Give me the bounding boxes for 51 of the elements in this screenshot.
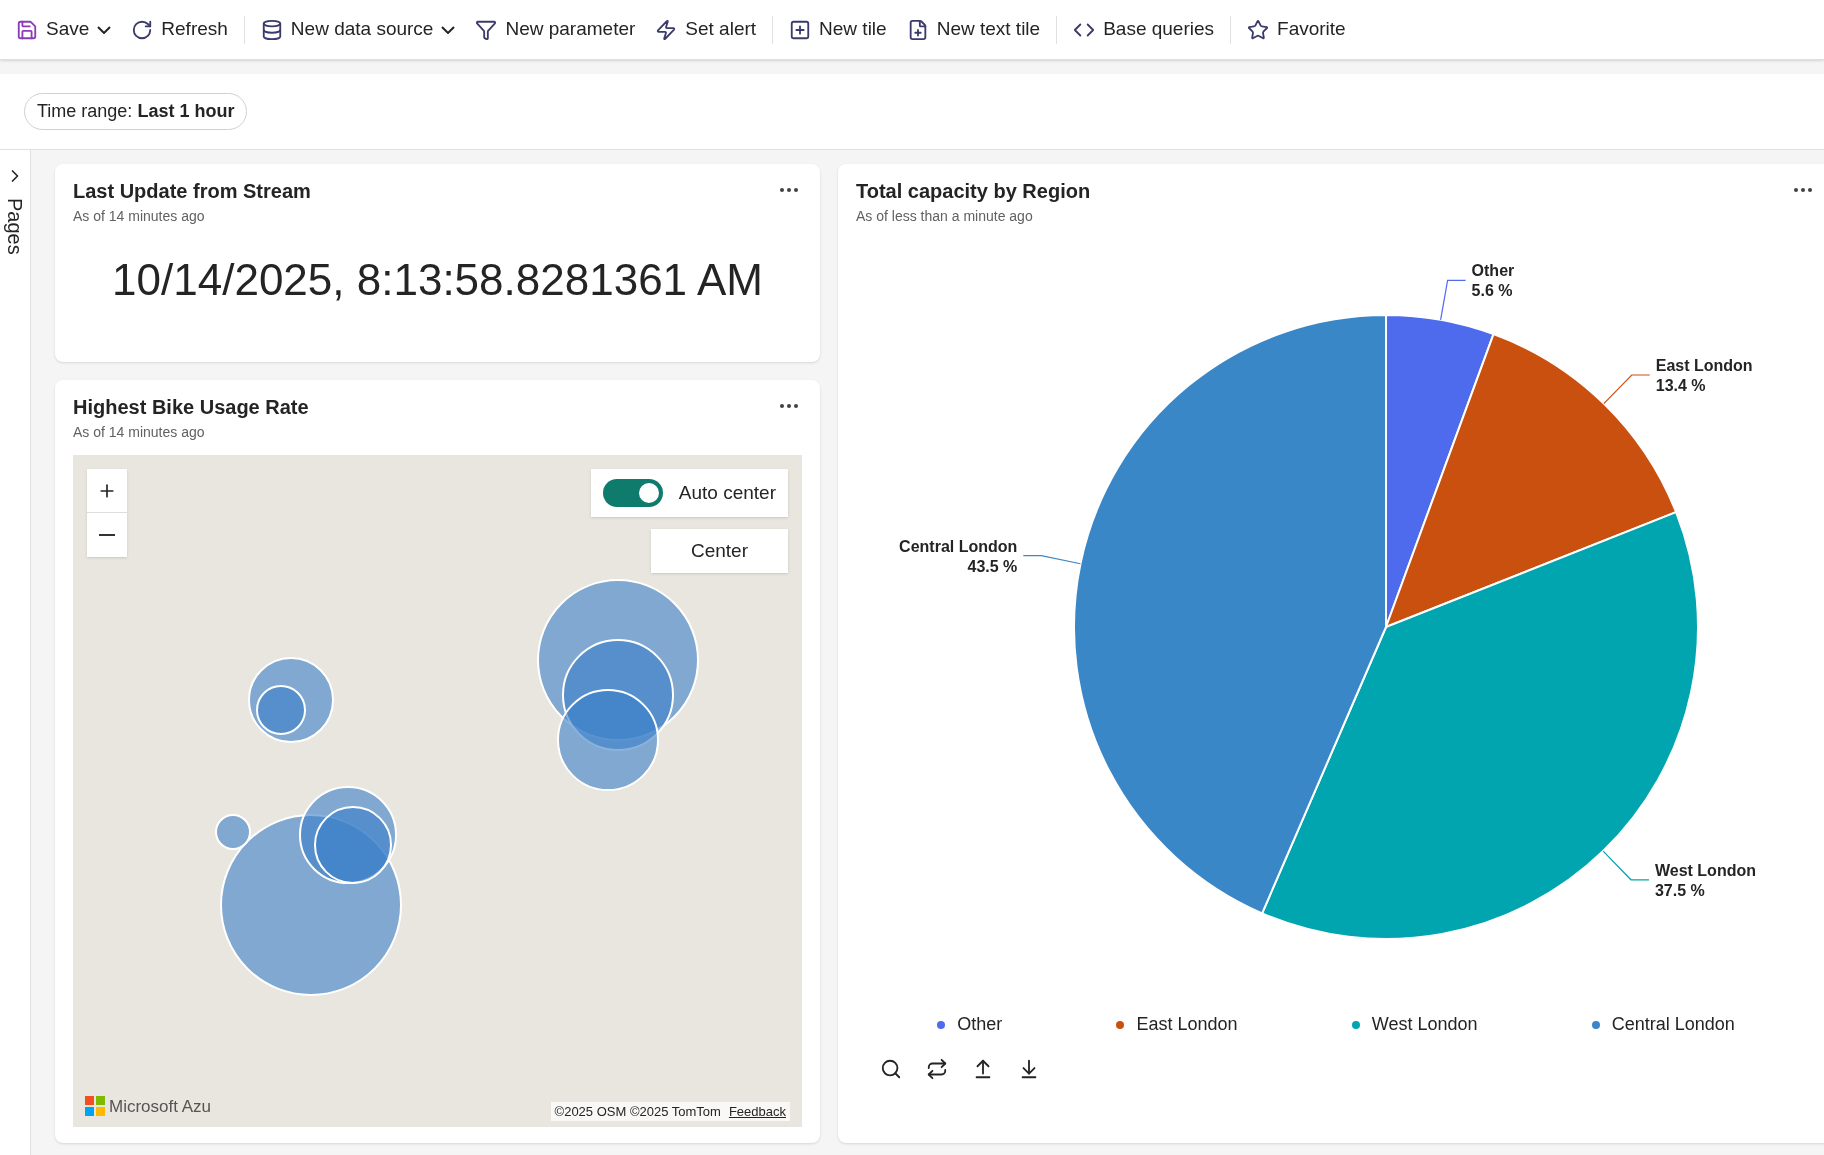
attribution-text: ©2025 OSM ©2025 TomTom (554, 1102, 721, 1121)
toolbar-button[interactable]: Base queries (1065, 11, 1223, 48)
microsoft-logo-icon (85, 1096, 105, 1117)
tile-title: Total capacity by Region (856, 179, 1091, 204)
toolbar-button[interactable]: Set alert (647, 11, 765, 48)
toolbar-button[interactable]: New tile (781, 11, 895, 48)
data-label: West London 37.5 % (1654, 861, 1756, 899)
leader-line (1602, 850, 1650, 881)
lightning-icon (655, 18, 678, 41)
legend-label[interactable]: Central London (1611, 1011, 1735, 1038)
minus-icon (99, 534, 115, 536)
logo-text: Microsoft Azu (109, 1095, 212, 1118)
legend-label[interactable]: Other (957, 1011, 1003, 1038)
tile-subtitle: As of 14 minutes ago (73, 423, 206, 442)
database-icon (260, 18, 283, 41)
leader-line (1022, 555, 1082, 565)
filter-icon (475, 18, 498, 41)
toolbar-button[interactable]: New parameter (467, 11, 644, 48)
toolbar-button[interactable]: New text tile (898, 11, 1049, 48)
refresh-icon (131, 18, 154, 41)
toolbar-button[interactable]: New data source (252, 11, 464, 48)
leader-line (1440, 279, 1467, 321)
auto-center-label: Auto center (678, 480, 776, 505)
tile-subtitle: As of 14 minutes ago (73, 207, 206, 226)
legend-label[interactable]: West London (1371, 1011, 1478, 1038)
toolbar-button[interactable]: Save (8, 11, 120, 48)
caret-icon (441, 25, 456, 34)
toolbar-button[interactable]: Favorite (1239, 11, 1354, 48)
tile-title: Highest Bike Usage Rate (73, 395, 309, 420)
legend-label[interactable]: East London (1136, 1011, 1238, 1038)
data-label: East London 13.4 % (1655, 357, 1753, 394)
auto-center-toggle[interactable] (602, 479, 663, 507)
timestamp-value: 10/14/2025, 8:13:58.8281361 AM (111, 254, 764, 306)
search-icon[interactable] (880, 1058, 902, 1080)
data-label: Central London 43.5 % (899, 537, 1018, 575)
star-icon (1247, 18, 1270, 41)
add-tile-icon (789, 18, 812, 41)
save-icon (16, 18, 38, 41)
toolbar-button[interactable]: Refresh (123, 11, 236, 48)
more-icon (1794, 188, 1812, 192)
center-button[interactable]: Center (650, 529, 788, 573)
repeat-icon[interactable] (926, 1058, 948, 1080)
tile-subtitle: As of less than a minute ago (856, 207, 1034, 226)
leader-line (1603, 374, 1651, 405)
more-icon (780, 188, 798, 192)
data-label: Other 5.6 % (1471, 262, 1515, 300)
more-icon (780, 404, 798, 408)
feedback-link[interactable]: Feedback (728, 1101, 786, 1121)
tile-title: Last Update from Stream (73, 179, 311, 204)
pages-label[interactable]: Pages (0, 198, 30, 255)
caret-icon (97, 25, 112, 34)
